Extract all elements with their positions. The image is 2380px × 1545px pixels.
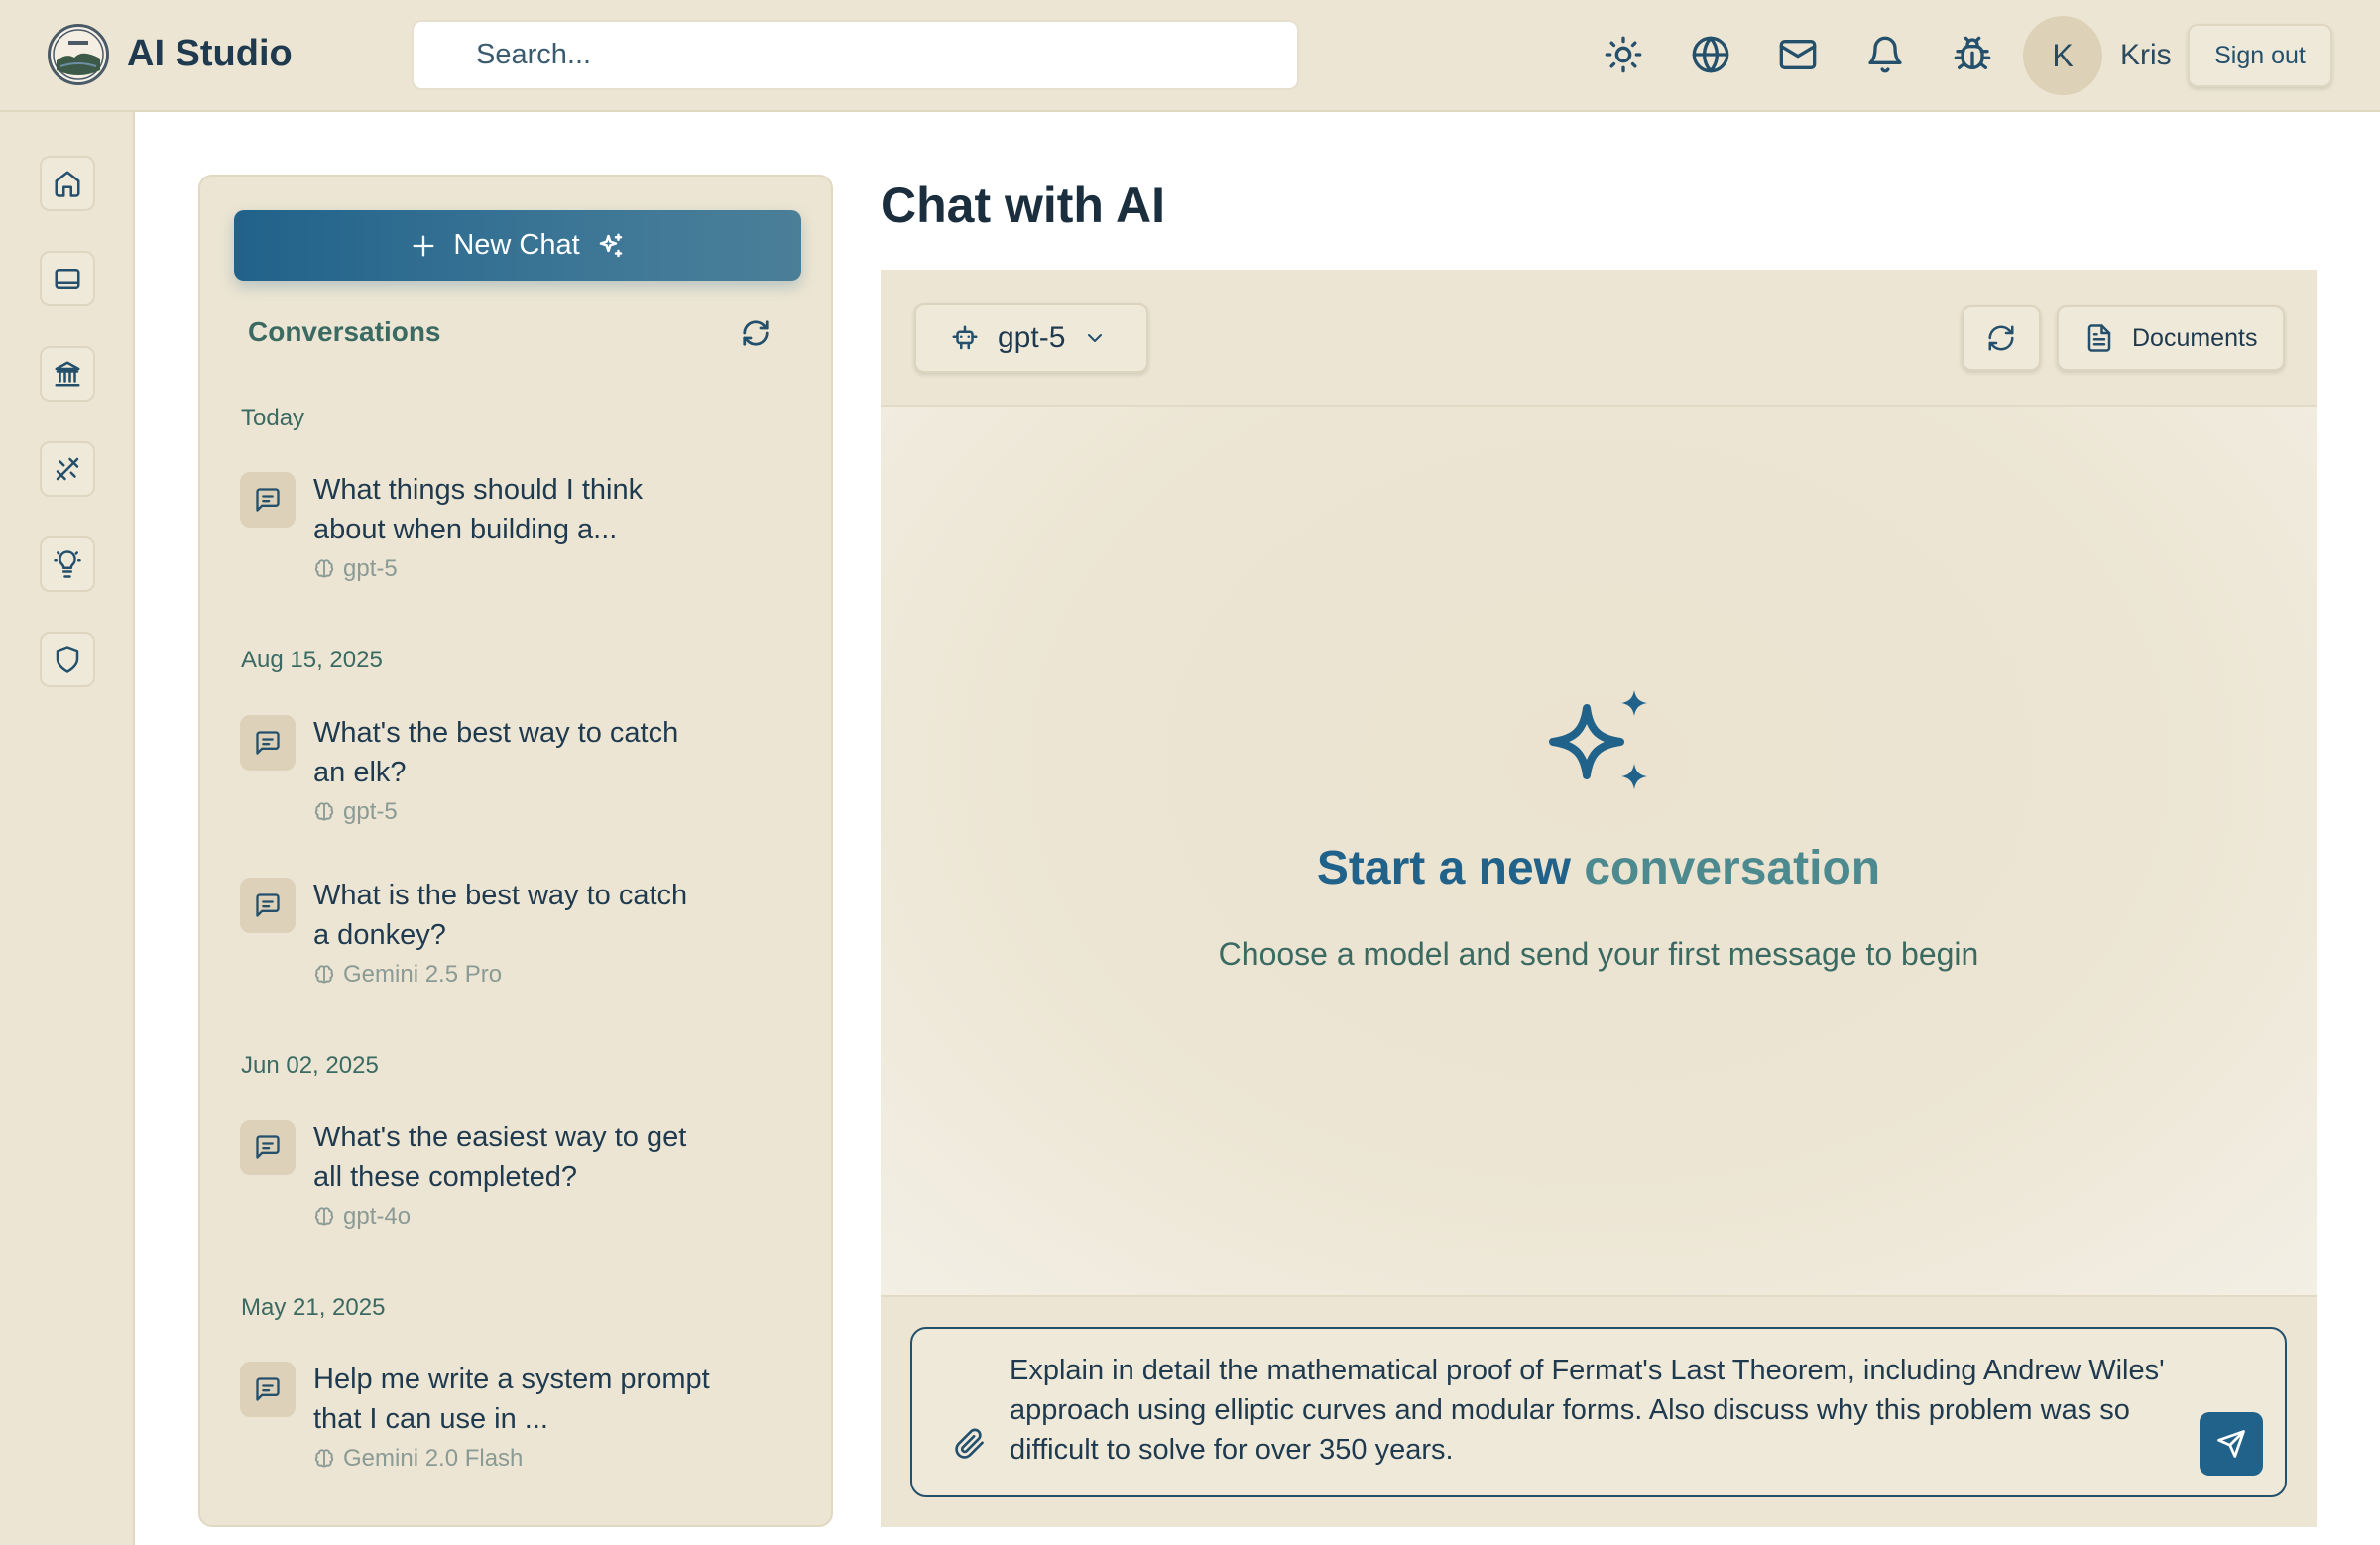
conversation-model: Gemini 2.0 Flash: [313, 1445, 523, 1473]
chat-bubble-icon: [240, 1120, 296, 1175]
documents-button[interactable]: Documents: [2057, 305, 2285, 371]
search-input[interactable]: [412, 20, 1299, 90]
group-date: Aug 15, 2025: [241, 647, 383, 673]
chat-bubble-icon: [240, 1362, 296, 1417]
send-icon: [2217, 1430, 2245, 1458]
chat-bubble-icon: [240, 878, 296, 933]
nav-home-button[interactable]: [40, 156, 95, 211]
home-icon: [55, 171, 80, 197]
group-date: Today: [241, 405, 305, 431]
user-name: Kris: [2120, 39, 2172, 71]
robot-icon: [952, 325, 978, 350]
paperclip-icon: [955, 1428, 984, 1459]
conversation-item[interactable]: Help me write a system prompt that I can…: [240, 1362, 795, 1481]
chat-card: gpt-5 Documents Start a new conversation…: [881, 270, 2317, 1527]
top-header: AI Studio K Kris Sign out: [0, 0, 2380, 112]
conversation-item[interactable]: What's the easiest way to get all these …: [240, 1120, 795, 1239]
sparkles-icon: [599, 233, 622, 257]
conversation-item[interactable]: What's the best way to catch an elk? gpt…: [240, 715, 795, 834]
chat-bubble-icon: [240, 715, 296, 771]
shield-icon: [56, 646, 79, 673]
new-chat-label: New Chat: [453, 229, 580, 261]
mail-icon[interactable]: [1775, 32, 1821, 77]
message-input[interactable]: Explain in detail the mathematical proof…: [1010, 1351, 2190, 1480]
conversation-title: Help me write a system prompt that I can…: [313, 1364, 710, 1435]
left-nav-rail: [0, 112, 135, 1545]
conversation-title: What things should I think about when bu…: [313, 474, 644, 545]
attach-button[interactable]: [950, 1424, 990, 1464]
model-select[interactable]: gpt-5: [914, 303, 1148, 373]
conversations-panel: New Chat Conversations Today What things…: [198, 175, 833, 1527]
sparkles-icon: [1549, 690, 1647, 789]
nav-ideas-button[interactable]: [40, 536, 95, 592]
app-logo[interactable]: [48, 24, 109, 85]
sun-icon[interactable]: [1601, 32, 1646, 77]
brain-icon: [314, 1207, 334, 1226]
bank-icon: [55, 361, 80, 387]
send-button[interactable]: [2200, 1412, 2263, 1476]
sign-out-button[interactable]: Sign out: [2188, 24, 2332, 87]
plus-icon: [413, 235, 434, 256]
brain-icon: [314, 1449, 334, 1468]
conversation-item[interactable]: What things should I think about when bu…: [240, 472, 795, 591]
bug-icon[interactable]: [1950, 32, 1995, 77]
chat-empty-state: Start a new conversation Choose a model …: [881, 407, 2317, 1295]
brain-icon: [314, 802, 334, 821]
conversation-model: gpt-5: [313, 555, 398, 583]
empty-state-subtitle: Choose a model and send your first messa…: [1218, 936, 1979, 972]
new-chat-button[interactable]: New Chat: [234, 210, 801, 281]
conversations-heading: Conversations: [248, 316, 441, 347]
conversation-title: What is the best way to catch a donkey?: [313, 880, 688, 951]
conversation-title: What's the easiest way to get all these …: [313, 1122, 687, 1193]
conversation-model-name: gpt-5: [343, 555, 398, 582]
nav-bank-button[interactable]: [40, 346, 95, 402]
nav-tools-button[interactable]: [40, 441, 95, 497]
brain-icon: [314, 559, 334, 578]
tools-icon: [56, 457, 79, 481]
refresh-chat-button[interactable]: [1962, 305, 2041, 371]
nav-tablet-button[interactable]: [40, 251, 95, 306]
chat-toolbar: gpt-5 Documents: [881, 270, 2317, 407]
conversation-title: What's the best way to catch an elk?: [313, 717, 679, 788]
document-icon: [2087, 324, 2111, 352]
group-date: Jun 02, 2025: [241, 1052, 379, 1079]
group-date: May 21, 2025: [241, 1294, 386, 1321]
refresh-icon: [743, 320, 769, 346]
nav-security-button[interactable]: [40, 632, 95, 687]
lightbulb-icon: [54, 550, 81, 578]
page-title: Chat with AI: [881, 178, 1166, 233]
user-avatar[interactable]: K: [2023, 16, 2102, 95]
logo-emblem: [53, 29, 104, 80]
bell-icon[interactable]: [1862, 32, 1908, 77]
message-composer: Explain in detail the mathematical proof…: [910, 1327, 2287, 1497]
empty-state-title: Start a new conversation: [881, 841, 2317, 895]
app-title: AI Studio: [127, 33, 293, 74]
conversation-model-name: Gemini 2.5 Pro: [343, 961, 503, 988]
refresh-icon: [1988, 325, 2014, 351]
brain-icon: [314, 965, 334, 984]
conversation-model: gpt-4o: [313, 1203, 411, 1231]
chat-bubble-icon: [240, 472, 296, 528]
empty-state-title-end: conversation: [1584, 842, 1881, 894]
conversation-model-name: Gemini 2.0 Flash: [343, 1445, 524, 1472]
globe-icon[interactable]: [1688, 32, 1733, 77]
composer-area: Explain in detail the mathematical proof…: [881, 1295, 2317, 1527]
tablet-icon: [55, 269, 80, 289]
conversation-item[interactable]: What is the best way to catch a donkey? …: [240, 878, 795, 997]
empty-state-title-start: Start a new: [1316, 842, 1585, 894]
documents-label: Documents: [2132, 323, 2258, 352]
conversation-model: gpt-5: [313, 798, 398, 826]
refresh-conversations-button[interactable]: [738, 315, 774, 351]
conversation-model-name: gpt-4o: [343, 1203, 412, 1230]
conversation-model: Gemini 2.5 Pro: [313, 961, 502, 989]
chevron-down-icon: [1088, 334, 1103, 342]
model-select-value: gpt-5: [998, 321, 1066, 354]
conversation-model-name: gpt-5: [343, 798, 398, 825]
